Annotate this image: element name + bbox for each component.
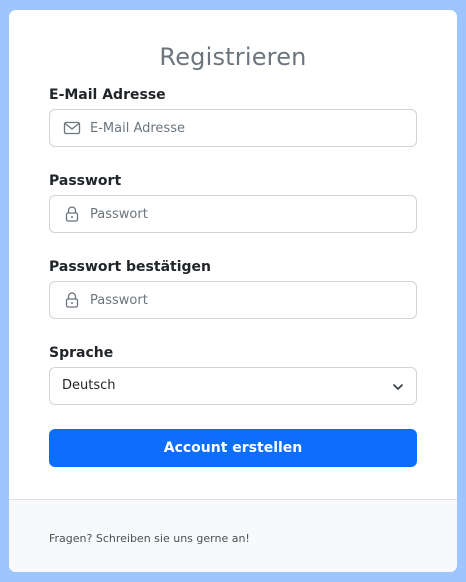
password-input[interactable] bbox=[90, 196, 406, 232]
footer-contact-text: Fragen? Schreiben sie uns gerne an! bbox=[49, 532, 250, 545]
chevron-down-icon bbox=[392, 380, 404, 392]
password-confirm-field-wrapper bbox=[49, 281, 417, 319]
lock-icon bbox=[63, 291, 81, 309]
password-label: Passwort bbox=[49, 173, 122, 189]
password-confirm-label: Passwort bestätigen bbox=[49, 259, 211, 275]
language-selected-value: Deutsch bbox=[62, 378, 116, 393]
form-title: Registrieren bbox=[159, 43, 307, 71]
envelope-icon bbox=[63, 119, 81, 137]
card-footer: Fragen? Schreiben sie uns gerne an! bbox=[9, 499, 457, 572]
email-field-wrapper bbox=[49, 109, 417, 147]
password-field-wrapper bbox=[49, 195, 417, 233]
email-label: E-Mail Adresse bbox=[49, 87, 166, 103]
language-label: Sprache bbox=[49, 345, 114, 361]
lock-icon bbox=[63, 205, 81, 223]
password-confirm-input[interactable] bbox=[90, 282, 406, 318]
registration-card: Registrieren E-Mail Adresse Passwort Pas… bbox=[9, 10, 457, 572]
create-account-button[interactable]: Account erstellen bbox=[49, 429, 417, 467]
email-input[interactable] bbox=[90, 110, 406, 146]
language-select[interactable]: Deutsch bbox=[49, 367, 417, 405]
